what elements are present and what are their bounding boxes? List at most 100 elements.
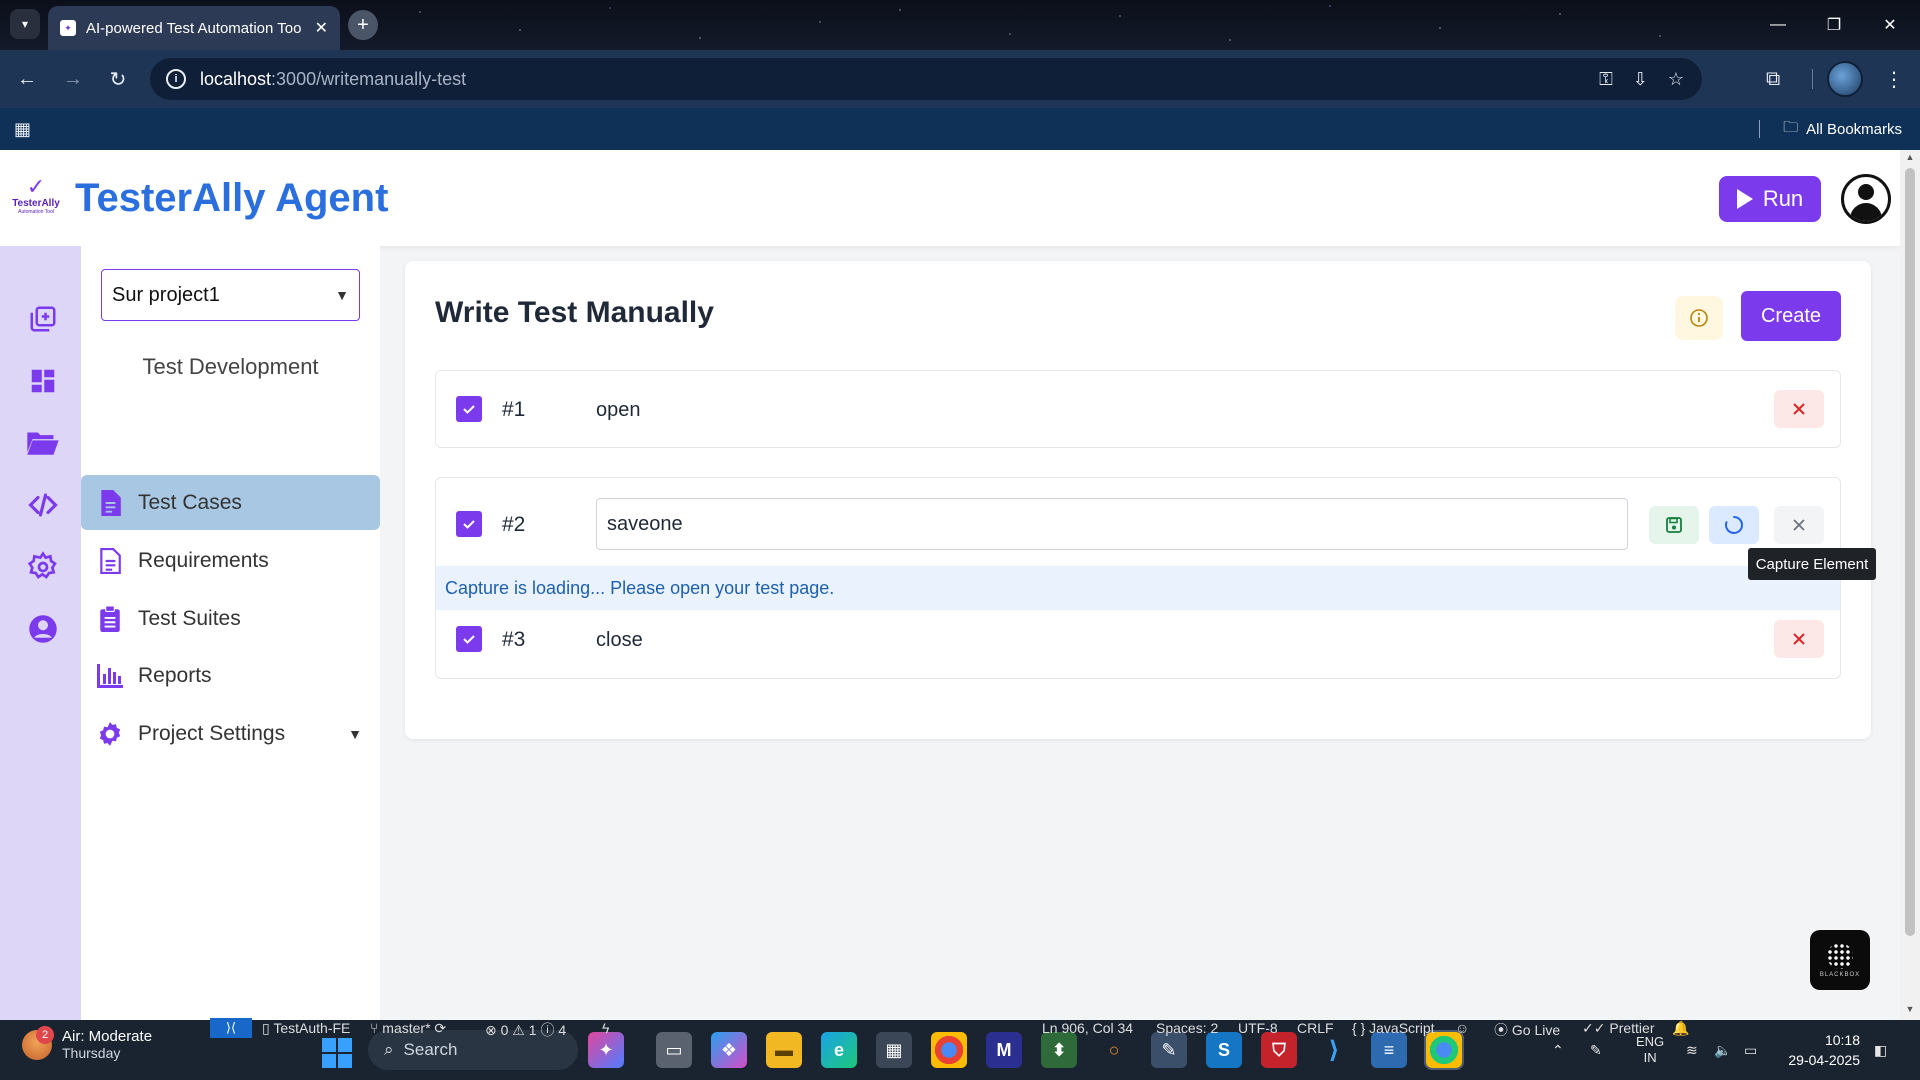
step-checkbox[interactable] — [456, 396, 482, 422]
sidebar-item-test-cases[interactable]: Test Cases — [81, 475, 380, 530]
add-test-icon[interactable] — [26, 302, 60, 336]
info-button[interactable] — [1675, 296, 1723, 340]
step-text[interactable]: open — [596, 399, 641, 422]
step-text[interactable]: close — [596, 629, 643, 652]
vscode-copilot-icon[interactable]: ☺ — [1455, 1020, 1469, 1036]
clock-date: 29-04-2025 — [1788, 1052, 1860, 1068]
capture-element-button[interactable] — [1709, 506, 1759, 544]
step-checkbox[interactable] — [456, 626, 482, 652]
vscode-flash-icon[interactable]: ϟ — [602, 1020, 609, 1036]
step-number: #3 — [502, 628, 526, 651]
scroll-down-arrow-icon[interactable]: ▼ — [1904, 1004, 1916, 1014]
weather-widget[interactable]: 2 Air: Moderate Thursday — [22, 1025, 152, 1061]
profile-icon[interactable] — [26, 612, 60, 646]
window-minimize-button[interactable]: — — [1752, 0, 1804, 50]
password-key-icon[interactable]: ⚿ — [1599, 69, 1613, 90]
vscode-prettier[interactable]: ✓✓ Prettier — [1582, 1020, 1654, 1037]
weather-icon: 2 — [22, 1025, 54, 1060]
weather-day: Thursday — [62, 1045, 121, 1061]
all-bookmarks-button[interactable]: 🗀 All Bookmarks — [1783, 108, 1902, 150]
bookmarks-bar: ▦ 🗀 All Bookmarks — [0, 108, 1920, 150]
logo-text: TesterAlly — [12, 198, 60, 209]
loading-spinner-icon — [1725, 516, 1743, 534]
forward-arrow-icon[interactable]: → — [58, 64, 88, 94]
sidebar-item-project-settings[interactable]: Project Settings ▼ — [81, 706, 380, 761]
delete-step-button[interactable] — [1774, 390, 1824, 428]
project-select[interactable]: Sur project1 ▼ — [101, 269, 360, 321]
site-info-icon[interactable]: i — [166, 69, 186, 89]
step-checkbox[interactable] — [456, 511, 482, 537]
vscode-encoding[interactable]: UTF-8 — [1238, 1020, 1278, 1036]
windows-start-icon[interactable] — [322, 1038, 352, 1068]
profile-avatar[interactable] — [1827, 59, 1863, 99]
sidebar-item-label: Requirements — [138, 548, 269, 572]
browser-menu-icon[interactable]: ⋮ — [1884, 59, 1904, 99]
vscode-spaces[interactable]: Spaces: 2 — [1156, 1020, 1218, 1036]
sidebar-item-reports[interactable]: Reports — [81, 648, 380, 703]
close-icon — [1793, 633, 1805, 645]
remote-indicator-icon[interactable]: ⟩⟨ — [210, 1018, 252, 1038]
vscode-go-live[interactable]: ⦿ Go Live — [1494, 1020, 1560, 1040]
window-close-button[interactable]: ✕ — [1864, 0, 1916, 50]
back-arrow-icon[interactable]: ← — [12, 64, 42, 94]
create-button[interactable]: Create — [1741, 291, 1841, 341]
user-account-icon[interactable] — [1841, 174, 1891, 224]
tab-search-button[interactable]: ▾ — [10, 9, 40, 39]
document-icon — [96, 489, 124, 517]
step-number: #2 — [502, 513, 526, 536]
code-icon[interactable] — [26, 488, 60, 522]
vscode-cursor-position[interactable]: Ln 906, Col 34 — [1042, 1020, 1133, 1036]
volume-icon[interactable]: 🔈 — [1714, 1020, 1731, 1080]
vscode-eol[interactable]: CRLF — [1297, 1020, 1334, 1036]
step-edit-input[interactable] — [596, 498, 1628, 550]
delete-step-button[interactable] — [1774, 620, 1824, 658]
folder-open-icon[interactable] — [26, 426, 60, 460]
blackbox-widget[interactable]: BLACKBOX — [1810, 930, 1870, 990]
vscode-problems[interactable]: ⊗ 0 ⚠ 1 ⓘ 4 — [485, 1020, 566, 1040]
address-bar[interactable]: i localhost:3000/writemanually-test ⚿ ⇩ … — [150, 58, 1702, 100]
apps-grid-icon[interactable]: ▦ — [14, 119, 31, 140]
new-tab-button[interactable]: + — [348, 10, 378, 40]
system-clock[interactable]: 10:18 29-04-2025 — [1788, 1030, 1860, 1070]
tab-close-icon[interactable]: ✕ — [315, 18, 328, 38]
scrollbar-thumb[interactable] — [1905, 168, 1915, 936]
url-host: localhost — [200, 68, 272, 89]
bookmarks-divider — [1759, 120, 1760, 138]
document-outline-icon — [96, 547, 124, 575]
page-scrollbar[interactable]: ▲ ▼ — [1900, 150, 1920, 1020]
window-restore-button[interactable]: ❐ — [1808, 0, 1860, 50]
vscode-language[interactable]: { } JavaScript — [1352, 1020, 1435, 1036]
vscode-bell-icon[interactable]: 🔔 — [1672, 1020, 1689, 1037]
cancel-edit-button[interactable] — [1774, 506, 1824, 544]
dashboard-icon[interactable] — [26, 364, 60, 398]
testerally-logo[interactable]: ✓ TesterAlly Automation Tool — [12, 176, 60, 222]
browser-tab-active[interactable]: ✦ AI-powered Test Automation Tool ✕ — [48, 6, 340, 50]
bookmark-star-icon[interactable]: ☆ — [1668, 69, 1684, 90]
extensions-icon[interactable]: ⧉ — [1766, 59, 1780, 99]
blackbox-logo-icon — [1827, 942, 1853, 969]
folder-icon: 🗀 — [1783, 118, 1799, 136]
project-select-value: Sur project1 — [112, 283, 220, 306]
run-button[interactable]: Run — [1719, 176, 1821, 222]
capture-loading-message: Capture is loading... Please open your t… — [436, 566, 1840, 610]
battery-icon[interactable]: ▭ — [1744, 1020, 1757, 1080]
address-url[interactable]: localhost:3000/writemanually-test — [200, 69, 466, 90]
sidebar-item-test-suites[interactable]: Test Suites — [81, 591, 380, 646]
chevron-down-icon[interactable]: ▼ — [348, 726, 362, 742]
close-icon — [1793, 519, 1805, 531]
scroll-up-arrow-icon[interactable]: ▲ — [1904, 152, 1916, 162]
clipboard-icon — [96, 605, 124, 633]
search-icon: ⌕ — [384, 1040, 394, 1059]
sidebar-item-requirements[interactable]: Requirements — [81, 533, 380, 588]
capture-element-tooltip: Capture Element — [1748, 548, 1876, 580]
notification-icon[interactable]: ◧ — [1874, 1020, 1887, 1080]
test-step-row-editing: #2 Capture is loading... Please open you… — [435, 477, 1841, 679]
project-sidebar: Sur project1 ▼ Test Development Test Cas… — [81, 246, 380, 1020]
save-step-button[interactable] — [1649, 506, 1699, 544]
vscode-project[interactable]: ▯ TestAuth-FE — [262, 1020, 350, 1037]
reload-icon[interactable]: ↻ — [103, 64, 133, 94]
settings-gear-icon[interactable] — [26, 550, 60, 584]
install-app-icon[interactable]: ⇩ — [1633, 69, 1648, 90]
vscode-branch[interactable]: ⑂ master* ⟳ — [370, 1020, 446, 1037]
icon-rail — [0, 246, 81, 1020]
